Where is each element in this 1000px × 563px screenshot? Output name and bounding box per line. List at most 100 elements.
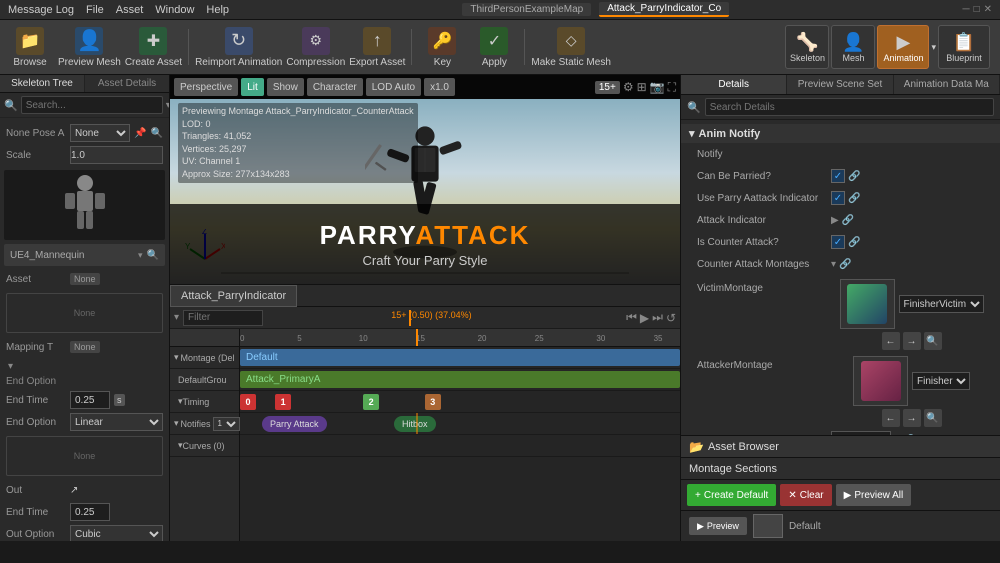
- timeline-filter-input[interactable]: [183, 310, 263, 326]
- parry-notify-chip[interactable]: Parry Attack: [262, 416, 327, 432]
- play-end-btn[interactable]: ⏭: [652, 310, 663, 325]
- play-start-btn[interactable]: ⏮: [626, 310, 637, 325]
- main-toolbar: 📁 Browse 👤 Preview Mesh ✚ Create Asset ↻…: [0, 20, 1000, 75]
- viewport-layout-icon[interactable]: ⊞: [637, 80, 647, 94]
- tab-anim-data[interactable]: Animation Data Ma: [894, 75, 1000, 94]
- end-time-input[interactable]: [70, 391, 110, 409]
- track-labels: ▾Montage (Del DefaultGrou ▾Timing ▾ Noti…: [170, 329, 240, 541]
- attack-indicator-expand[interactable]: ▶: [831, 215, 839, 226]
- ruler-playhead: [416, 329, 418, 346]
- skeleton-mode-btn[interactable]: 🦴 Skeleton: [785, 25, 829, 69]
- can-be-parried-link-icon[interactable]: 🔗: [848, 171, 860, 182]
- viewport-settings-icon[interactable]: ⚙: [623, 80, 634, 94]
- preview-button[interactable]: ▶ Preview: [689, 517, 747, 535]
- pin-icon[interactable]: 📌: [134, 128, 146, 139]
- counter-montages-link-icon[interactable]: 🔗: [839, 259, 851, 270]
- bone-pose-dropdown[interactable]: None: [70, 124, 130, 142]
- use-parry-checkbox[interactable]: [831, 191, 845, 205]
- anim-notify-header: ▾ Anim Notify: [681, 124, 1000, 143]
- is-counter-link-icon[interactable]: 🔗: [848, 237, 860, 248]
- playhead-label: 15+ (0.50) (37.04%): [391, 310, 471, 320]
- attacker-search-btn[interactable]: 🔍: [924, 409, 942, 427]
- use-parry-link-icon[interactable]: 🔗: [848, 193, 860, 204]
- timing-badge-0[interactable]: 0: [240, 394, 256, 410]
- mesh-search-icon[interactable]: 🔍: [147, 250, 159, 261]
- lod-btn[interactable]: LOD Auto: [366, 78, 421, 96]
- tab-skeleton-tree[interactable]: Skeleton Tree: [0, 75, 85, 92]
- browse-button[interactable]: 📁 Browse: [6, 23, 54, 71]
- scale-btn[interactable]: x1.0: [424, 78, 455, 96]
- viewport-camera-icon[interactable]: 📷: [650, 80, 665, 94]
- key-button[interactable]: 🔑 Key: [418, 23, 466, 71]
- attacker-montage-dropdown[interactable]: Finisher: [912, 372, 970, 390]
- animation-mode-btn[interactable]: ▶ Animation: [877, 25, 929, 69]
- make-static-button[interactable]: ◇ Make Static Mesh: [531, 23, 610, 71]
- hitbox-notify-chip[interactable]: Hitbox: [394, 416, 436, 432]
- preview-play-icon: ▶: [844, 490, 852, 501]
- victim-search-btn[interactable]: 🔍: [924, 332, 942, 350]
- window-minimize[interactable]: ─: [962, 4, 969, 15]
- mesh-mode-btn[interactable]: 👤 Mesh: [831, 25, 875, 69]
- notifies-label: ▾ Notifies 1: [170, 413, 239, 435]
- window-maximize[interactable]: □: [974, 4, 980, 15]
- menu-file[interactable]: File: [86, 4, 104, 16]
- apply-button[interactable]: ✓ Apply: [470, 23, 518, 71]
- counter-montages-expand[interactable]: ▾: [831, 259, 836, 270]
- mesh-expand-icon[interactable]: ▾: [138, 250, 143, 261]
- timeline-filter-row: ▾ 15+ (0.50) (37.04%) ⏮ ▶ ⏭ ↺: [170, 307, 680, 329]
- can-be-parried-checkbox[interactable]: [831, 169, 845, 183]
- character-btn[interactable]: Character: [307, 78, 363, 96]
- attacker-browse-btn[interactable]: ←: [882, 409, 900, 427]
- skeleton-search-input[interactable]: [21, 96, 163, 114]
- primary-a-segment[interactable]: Attack_PrimaryA: [240, 371, 680, 388]
- tab-details[interactable]: Details: [681, 75, 787, 94]
- preview-all-button[interactable]: ▶ Preview All: [836, 484, 912, 506]
- preview-mesh-button[interactable]: 👤 Preview Mesh: [58, 23, 121, 71]
- attack-indicator-link-icon[interactable]: 🔗: [842, 215, 854, 226]
- victim-montage-dropdown[interactable]: FinisherVictim: [899, 295, 984, 313]
- is-counter-checkbox[interactable]: [831, 235, 845, 249]
- window-close[interactable]: ✕: [984, 4, 992, 15]
- menu-window[interactable]: Window: [155, 4, 194, 16]
- blueprint-mode-btn[interactable]: 📋 Blueprint: [938, 25, 990, 69]
- victim-browse-btn[interactable]: ←: [882, 332, 900, 350]
- menu-help[interactable]: Help: [206, 4, 229, 16]
- compression-button[interactable]: ⚙ Compression: [286, 23, 345, 71]
- option-dropdown[interactable]: Linear: [70, 413, 163, 431]
- timeline-tab-row: Attack_ParryIndicator: [170, 285, 680, 307]
- play-btn[interactable]: ▶: [640, 311, 649, 325]
- timeline-tab[interactable]: Attack_ParryIndicator: [170, 285, 297, 307]
- export-button[interactable]: ↑ Export Asset: [349, 23, 405, 71]
- viewport-fullscreen-icon[interactable]: ⛶: [668, 80, 676, 95]
- reimport-button[interactable]: ↻ Reimport Animation: [195, 23, 282, 71]
- create-asset-button[interactable]: ✚ Create Asset: [125, 23, 182, 71]
- expand-arrow-down[interactable]: ▾: [8, 361, 13, 372]
- search-small-icon[interactable]: 🔍: [151, 128, 163, 139]
- create-default-button[interactable]: + Create Default: [687, 484, 776, 506]
- tab-asset-details[interactable]: Asset Details: [85, 75, 169, 92]
- right-top-tabs: Details Preview Scene Set Animation Data…: [681, 75, 1000, 95]
- timing-badge-3[interactable]: 3: [425, 394, 441, 410]
- scale-input[interactable]: [70, 146, 163, 164]
- tab-preview-scene[interactable]: Preview Scene Set: [787, 75, 893, 94]
- section-collapse-icon[interactable]: ▾: [689, 127, 695, 140]
- default-segment[interactable]: Default: [240, 349, 680, 366]
- loop-btn[interactable]: ↺: [666, 311, 676, 325]
- details-search-input[interactable]: [705, 98, 994, 116]
- anim-expand-arrow[interactable]: ▾: [931, 42, 936, 53]
- timing-badge-2[interactable]: 2: [363, 394, 379, 410]
- victim-forward-btn[interactable]: →: [903, 332, 921, 350]
- attacker-forward-btn[interactable]: →: [903, 409, 921, 427]
- notifies-dropdown[interactable]: 1: [213, 417, 240, 431]
- perspective-btn[interactable]: Perspective: [174, 78, 238, 96]
- show-btn[interactable]: Show: [267, 78, 304, 96]
- tab-third-person-map[interactable]: ThirdPersonExampleMap: [462, 3, 591, 16]
- out-option-dropdown[interactable]: Cubic: [70, 525, 163, 541]
- menu-asset[interactable]: Asset: [116, 4, 144, 16]
- menu-message-log[interactable]: Message Log: [8, 4, 74, 16]
- tab-attack-parry[interactable]: Attack_ParryIndicator_Co: [599, 2, 729, 17]
- out-time-input[interactable]: [70, 503, 110, 521]
- clear-button[interactable]: ✕ Clear: [780, 484, 831, 506]
- lit-btn[interactable]: Lit: [241, 78, 264, 96]
- timing-badge-1[interactable]: 1: [275, 394, 291, 410]
